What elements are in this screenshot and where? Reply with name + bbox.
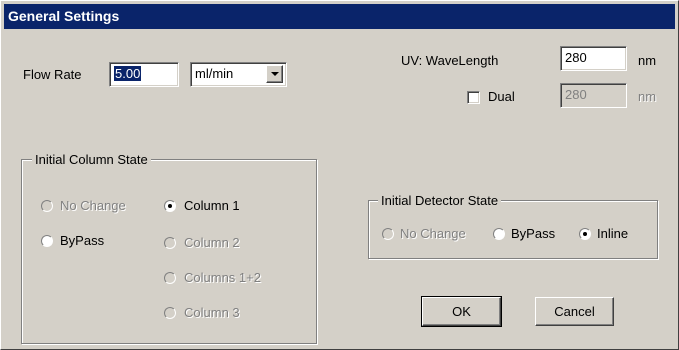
column-3-radio[interactable] — [164, 307, 176, 319]
column-3-label: Column 3 — [184, 305, 240, 320]
cancel-button[interactable]: Cancel — [535, 297, 614, 326]
column-1-radio[interactable] — [164, 200, 176, 212]
columns-1-2-label: Columns 1+2 — [184, 270, 261, 285]
column-no-change-label: No Change — [60, 198, 126, 213]
detector-inline-label: Inline — [597, 226, 629, 241]
general-settings-dialog: General Settings Flow Rate 5.00 ml/min U… — [0, 0, 679, 350]
detector-no-change-label: No Change — [400, 226, 466, 241]
column-2-label: Column 2 — [184, 235, 240, 250]
dual-label: Dual — [488, 89, 515, 104]
flow-rate-label: Flow Rate — [23, 67, 82, 82]
flow-rate-unit-select[interactable]: ml/min — [190, 62, 287, 87]
title-bar: General Settings — [4, 4, 675, 29]
dual-wavelength-input[interactable]: 280 — [560, 83, 627, 108]
column-2-radio[interactable] — [164, 237, 176, 249]
column-state-title: Initial Column State — [32, 152, 151, 167]
uv-wavelength-label: UV: WaveLength — [401, 53, 499, 68]
flow-rate-value: 5.00 — [114, 66, 142, 81]
chevron-down-icon[interactable] — [266, 65, 283, 83]
column-1-label: Column 1 — [184, 198, 240, 213]
detector-bypass-radio[interactable] — [493, 228, 505, 240]
dual-wavelength-unit: nm — [638, 89, 657, 104]
detector-no-change-radio[interactable] — [382, 228, 394, 240]
flow-rate-input[interactable]: 5.00 — [109, 62, 179, 87]
column-no-change-radio[interactable] — [41, 200, 53, 212]
column-bypass-label: ByPass — [60, 233, 105, 248]
window-title: General Settings — [8, 8, 120, 24]
column-bypass-radio[interactable] — [41, 235, 53, 247]
uv-wavelength-value: 280 — [565, 50, 587, 65]
uv-wavelength-unit: nm — [638, 53, 657, 68]
detector-bypass-label: ByPass — [511, 226, 556, 241]
detector-inline-radio[interactable] — [579, 228, 591, 240]
dual-wavelength-value: 280 — [565, 87, 587, 102]
dual-checkbox[interactable] — [467, 91, 480, 104]
ok-button[interactable]: OK — [421, 296, 502, 327]
uv-wavelength-input[interactable]: 280 — [560, 46, 627, 71]
columns-1-2-radio[interactable] — [164, 272, 176, 284]
detector-state-title: Initial Detector State — [378, 193, 502, 208]
flow-rate-unit-value: ml/min — [195, 66, 234, 81]
